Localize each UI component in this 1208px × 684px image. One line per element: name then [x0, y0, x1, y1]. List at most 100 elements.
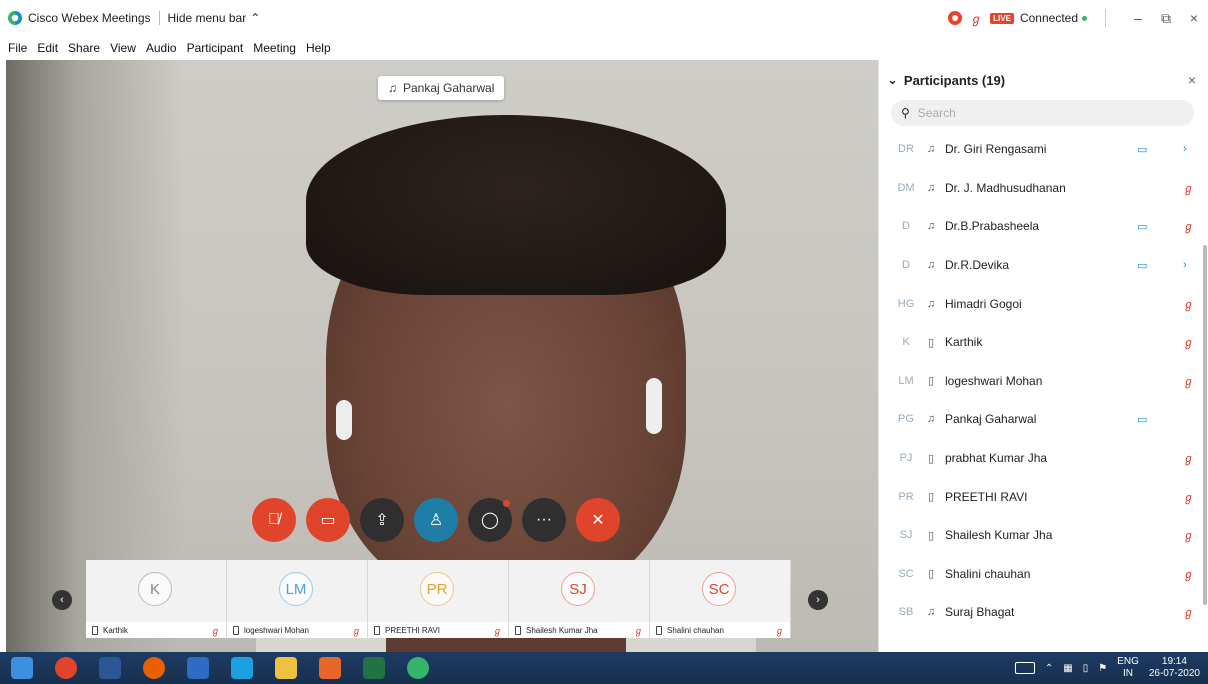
flag-icon[interactable]: ⚑	[1098, 663, 1107, 674]
hide-menu-button[interactable]: Hide menu bar ⌃	[168, 11, 261, 25]
filmstrip-tile[interactable]: K Karthik ℊ	[86, 560, 227, 638]
menu-share[interactable]: Share	[68, 41, 100, 55]
taskbar-start-button[interactable]	[0, 652, 44, 684]
participant-initials: HG	[897, 297, 915, 310]
restore-button[interactable]: ⧉	[1152, 10, 1180, 27]
keyboard-icon[interactable]	[1014, 662, 1035, 674]
participant-name: Karthik	[945, 335, 983, 350]
stop-video-button[interactable]: ▭	[306, 498, 350, 542]
mic-muted-icon[interactable]: ℊ	[1183, 180, 1194, 196]
mic-off-icon: ℊ̸	[268, 511, 280, 528]
participant-row[interactable]: SJ ▯ Shailesh Kumar Jha ℊ	[879, 516, 1197, 555]
minimize-button[interactable]: –	[1124, 10, 1152, 26]
search-placeholder: Search	[917, 106, 956, 120]
tile-nameplate: Shalini chauhan ℊ	[650, 622, 790, 638]
menu-file[interactable]: File	[8, 41, 27, 55]
participant-row[interactable]: DR ♫ Dr. Giri Rengasami ▭ ›	[879, 130, 1197, 169]
video-camera-icon: ▭	[1137, 143, 1148, 156]
chevron-up-icon[interactable]: ⌃	[1045, 663, 1053, 674]
filmstrip-tile[interactable]: SC Shalini chauhan ℊ	[650, 560, 791, 638]
mic-muted-icon[interactable]: ℊ	[1183, 218, 1194, 234]
menu-participant[interactable]: Participant	[187, 41, 244, 55]
mic-muted-icon[interactable]: ℊ	[1183, 527, 1194, 543]
menu-view[interactable]: View	[110, 41, 136, 55]
close-window-button[interactable]: ×	[1180, 10, 1208, 26]
taskbar-firefox-button[interactable]	[132, 652, 176, 684]
menu-meeting[interactable]: Meeting	[253, 41, 296, 55]
chevron-right-icon[interactable]: ›	[1183, 259, 1187, 271]
taskbar-excel-button[interactable]	[352, 652, 396, 684]
participant-row[interactable]: SC ▯ Shalini chauhan ℊ	[879, 555, 1197, 594]
leave-meeting-button[interactable]: ✕	[576, 498, 620, 542]
taskbar-security-button[interactable]	[176, 652, 220, 684]
recording-icon[interactable]	[948, 11, 963, 25]
mic-muted-icon[interactable]: ℊ	[1183, 489, 1194, 505]
phone-icon	[233, 625, 239, 635]
participant-list-scrollbar[interactable]	[1203, 245, 1207, 605]
chat-button[interactable]: ◯	[468, 498, 512, 542]
more-options-button[interactable]: ···	[522, 498, 566, 542]
filmstrip-next-button[interactable]: ›	[808, 590, 828, 610]
windows-taskbar: ⌃ ▦ ▯ ⚑ ENG IN 19:14 26-07-2020	[0, 652, 1208, 684]
participant-name: PREETHI RAVI	[945, 489, 1028, 504]
webex-logo-icon	[8, 11, 22, 25]
app-name: Cisco Webex Meetings	[28, 11, 151, 25]
participant-row[interactable]: D ♫ Dr.B.Prabasheela ▭ ℊ	[879, 207, 1197, 246]
participant-initials: DM	[897, 181, 915, 194]
taskbar-file-explorer-button[interactable]	[264, 652, 308, 684]
filmstrip-tile[interactable]: PR PREETHI RAVI ℊ	[368, 560, 509, 638]
mic-muted-icon[interactable]: ℊ	[1183, 296, 1194, 312]
earphone-right	[646, 378, 662, 434]
media-player-icon	[319, 657, 341, 679]
mic-muted-icon[interactable]: ℊ	[1183, 566, 1194, 582]
mic-muted-icon[interactable]: ℊ	[1183, 334, 1194, 350]
participant-name: Dr.B.Prabasheela	[945, 219, 1040, 234]
tile-name: PREETHI RAVI	[385, 625, 440, 635]
participant-row[interactable]: PR ▯ PREETHI RAVI ℊ	[879, 477, 1197, 516]
participant-initials: SJ	[899, 529, 913, 542]
taskbar-word-button[interactable]	[88, 652, 132, 684]
menu-help[interactable]: Help	[306, 41, 331, 55]
participant-row[interactable]: D ♫ Dr.R.Devika ▭ ›	[879, 246, 1197, 285]
close-panel-button[interactable]: ×	[1188, 72, 1196, 88]
share-button[interactable]: ⇪	[360, 498, 404, 542]
chevron-left-icon: ‹	[60, 594, 64, 606]
mic-muted-icon[interactable]: ℊ	[1183, 450, 1194, 466]
video-camera-icon: ▭	[1137, 259, 1148, 272]
avatar: SJ	[561, 572, 595, 606]
participant-row[interactable]: DM ♫ Dr. J. Madhusudhanan ℊ	[879, 169, 1197, 208]
mic-muted-icon: ℊ	[210, 625, 220, 636]
participant-row[interactable]: SB ♫ Suraj Bhagat ℊ	[879, 593, 1197, 632]
start-icon	[11, 657, 33, 679]
taskbar-internet-explorer-button[interactable]	[220, 652, 264, 684]
mute-button[interactable]: ℊ̸	[252, 498, 296, 542]
participant-row[interactable]: HG ♫ Himadri Gogoi ℊ	[879, 284, 1197, 323]
participant-search-input[interactable]: ⚲ Search	[891, 100, 1194, 126]
tile-nameplate: logeshwari Mohan ℊ	[227, 622, 367, 638]
filmstrip-tile[interactable]: SJ Shailesh Kumar Jha ℊ	[509, 560, 650, 638]
mic-muted-icon[interactable]: ℊ	[1183, 373, 1194, 389]
participant-initials: SB	[898, 606, 914, 619]
taskbar-chrome-button[interactable]	[44, 652, 88, 684]
participant-row[interactable]: LM ▯ logeshwari Mohan ℊ	[879, 362, 1197, 401]
filmstrip-prev-button[interactable]: ‹	[52, 590, 72, 610]
chevron-right-icon[interactable]: ›	[1183, 143, 1187, 155]
chevron-right-icon: ›	[816, 594, 820, 606]
phone-icon: ▯	[927, 491, 935, 504]
language-indicator[interactable]: ENG IN	[1117, 656, 1139, 680]
taskbar-media-player-button[interactable]	[308, 652, 352, 684]
participant-row[interactable]: K ▯ Karthik ℊ	[879, 323, 1197, 362]
clock[interactable]: 19:14 26-07-2020	[1149, 656, 1200, 680]
network-icon[interactable]: ▦	[1063, 663, 1072, 674]
menu-edit[interactable]: Edit	[37, 41, 58, 55]
mic-muted-icon[interactable]: ℊ	[1183, 604, 1194, 620]
taskbar-webex-button[interactable]	[396, 652, 440, 684]
filmstrip-tile[interactable]: LM logeshwari Mohan ℊ	[227, 560, 368, 638]
participant-row[interactable]: PG ♫ Pankaj Gaharwal ▭	[879, 400, 1197, 439]
participants-button[interactable]: ♙	[414, 498, 458, 542]
battery-icon[interactable]: ▯	[1083, 663, 1089, 674]
participant-row[interactable]: PJ ▯ prabhat Kumar Jha ℊ	[879, 439, 1197, 478]
menu-audio[interactable]: Audio	[146, 41, 177, 55]
participants-panel-header[interactable]: ⌄ Participants (19) ×	[879, 60, 1208, 100]
tile-nameplate: Shailesh Kumar Jha ℊ	[509, 622, 649, 638]
